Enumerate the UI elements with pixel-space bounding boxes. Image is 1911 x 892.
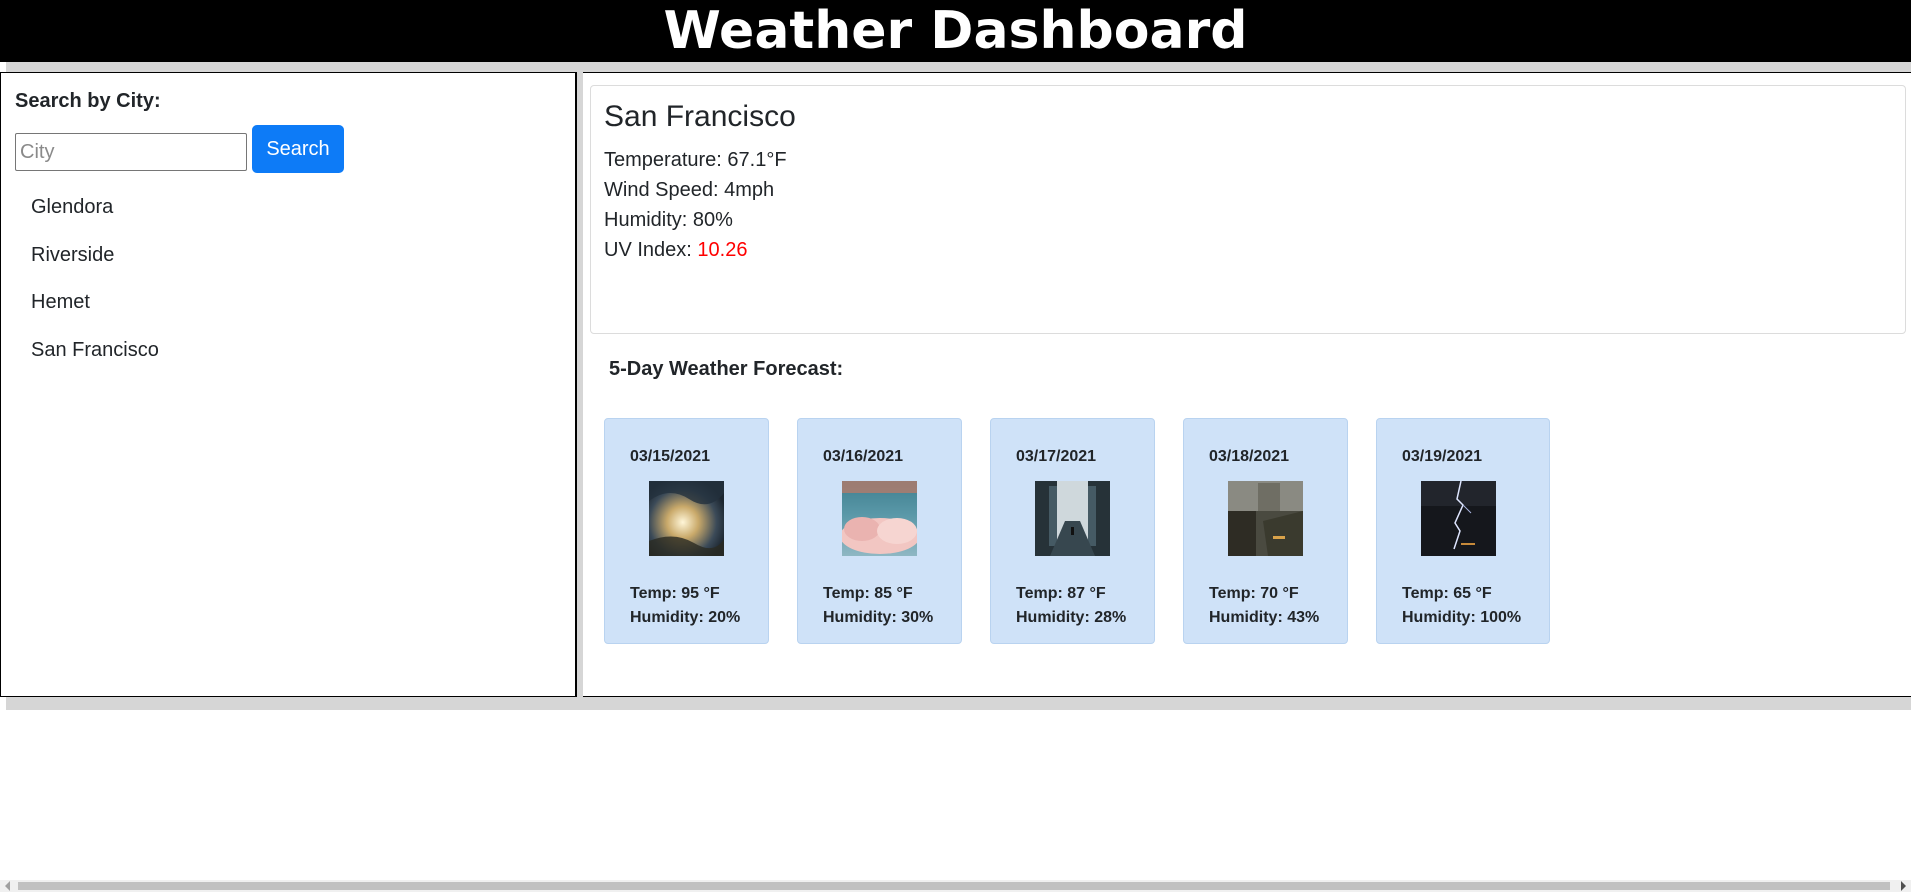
forecast-date: 03/16/2021 [823, 448, 904, 465]
forecast-card: 03/18/2021 Temp: 70 °F Humidity: 43% [1183, 418, 1348, 644]
forecast-humidity: Humidity: 100% [1402, 609, 1522, 626]
forecast-card: 03/15/2021 Temp: 95 °F Humidity: 20% [604, 418, 769, 644]
snowy-road-image [1035, 481, 1110, 556]
wind-value: 4mph [724, 179, 775, 201]
wind-label: Wind Speed: [604, 179, 725, 201]
bottom-divider [6, 697, 1911, 710]
uv-stat: UV Index: 10.26 [604, 239, 747, 262]
forecast-temp: Temp: 95 °F [630, 585, 720, 602]
humidity-stat: Humidity: 80% [604, 209, 733, 232]
uv-value: 10.26 [697, 239, 748, 261]
scroll-left-arrow-icon[interactable] [5, 881, 10, 891]
scroll-right-arrow-icon[interactable] [1901, 881, 1906, 891]
lightning-storm-image [1421, 481, 1496, 556]
scrollbar-thumb[interactable] [18, 882, 1890, 890]
forecast-temp: Temp: 87 °F [1016, 585, 1106, 602]
uv-label: UV Index: [604, 239, 698, 261]
current-city-name: San Francisco [604, 100, 796, 133]
forecast-temp: Temp: 70 °F [1209, 585, 1299, 602]
history-item[interactable]: San Francisco [31, 336, 159, 384]
city-search-input[interactable] [15, 133, 247, 171]
forecast-card: 03/16/2021 Temp: 85 °F Humidity: 30% [797, 418, 962, 644]
history-item[interactable]: Riverside [31, 241, 159, 289]
search-history-list: Glendora Riverside Hemet San Francisco [31, 193, 159, 383]
rainy-city-street-image [1228, 481, 1303, 556]
forecast-humidity: Humidity: 43% [1209, 609, 1320, 626]
pink-clouds-image [842, 481, 917, 556]
forecast-date: 03/15/2021 [630, 448, 711, 465]
sun-rays-through-clouds-image [649, 481, 724, 556]
forecast-title: 5-Day Weather Forecast: [609, 358, 844, 380]
forecast-humidity: Humidity: 20% [630, 609, 741, 626]
main-panel: San Francisco Temperature: 67.1°F Wind S… [583, 72, 1911, 697]
temperature-label: Temperature: [604, 149, 728, 171]
forecast-card: 03/17/2021 Temp: 87 °F Humidity: 28% [990, 418, 1155, 644]
forecast-date: 03/18/2021 [1209, 448, 1290, 465]
history-item[interactable]: Glendora [31, 193, 159, 241]
wind-stat: Wind Speed: 4mph [604, 179, 774, 202]
forecast-temp: Temp: 65 °F [1402, 585, 1492, 602]
forecast-card: 03/19/2021 Temp: 65 °F Humidity: 100% [1376, 418, 1550, 644]
current-weather-card: San Francisco Temperature: 67.1°F Wind S… [590, 85, 1906, 334]
forecast-temp: Temp: 85 °F [823, 585, 913, 602]
forecast-humidity: Humidity: 28% [1016, 609, 1127, 626]
search-button[interactable]: Search [252, 125, 344, 173]
history-item[interactable]: Hemet [31, 288, 159, 336]
temperature-stat: Temperature: 67.1°F [604, 149, 787, 172]
humidity-value: 80% [692, 209, 733, 231]
forecast-date: 03/19/2021 [1402, 448, 1483, 465]
forecast-date: 03/17/2021 [1016, 448, 1097, 465]
sidebar: Search by City: Search Glendora Riversid… [0, 72, 577, 697]
app-header: Weather Dashboard [0, 0, 1911, 62]
humidity-label: Humidity: [604, 209, 693, 231]
temperature-value: 67.1°F [727, 149, 787, 171]
forecast-humidity: Humidity: 30% [823, 609, 934, 626]
search-label: Search by City: [15, 90, 161, 112]
page-title: Weather Dashboard [663, 1, 1248, 61]
horizontal-scrollbar[interactable] [0, 880, 1911, 892]
